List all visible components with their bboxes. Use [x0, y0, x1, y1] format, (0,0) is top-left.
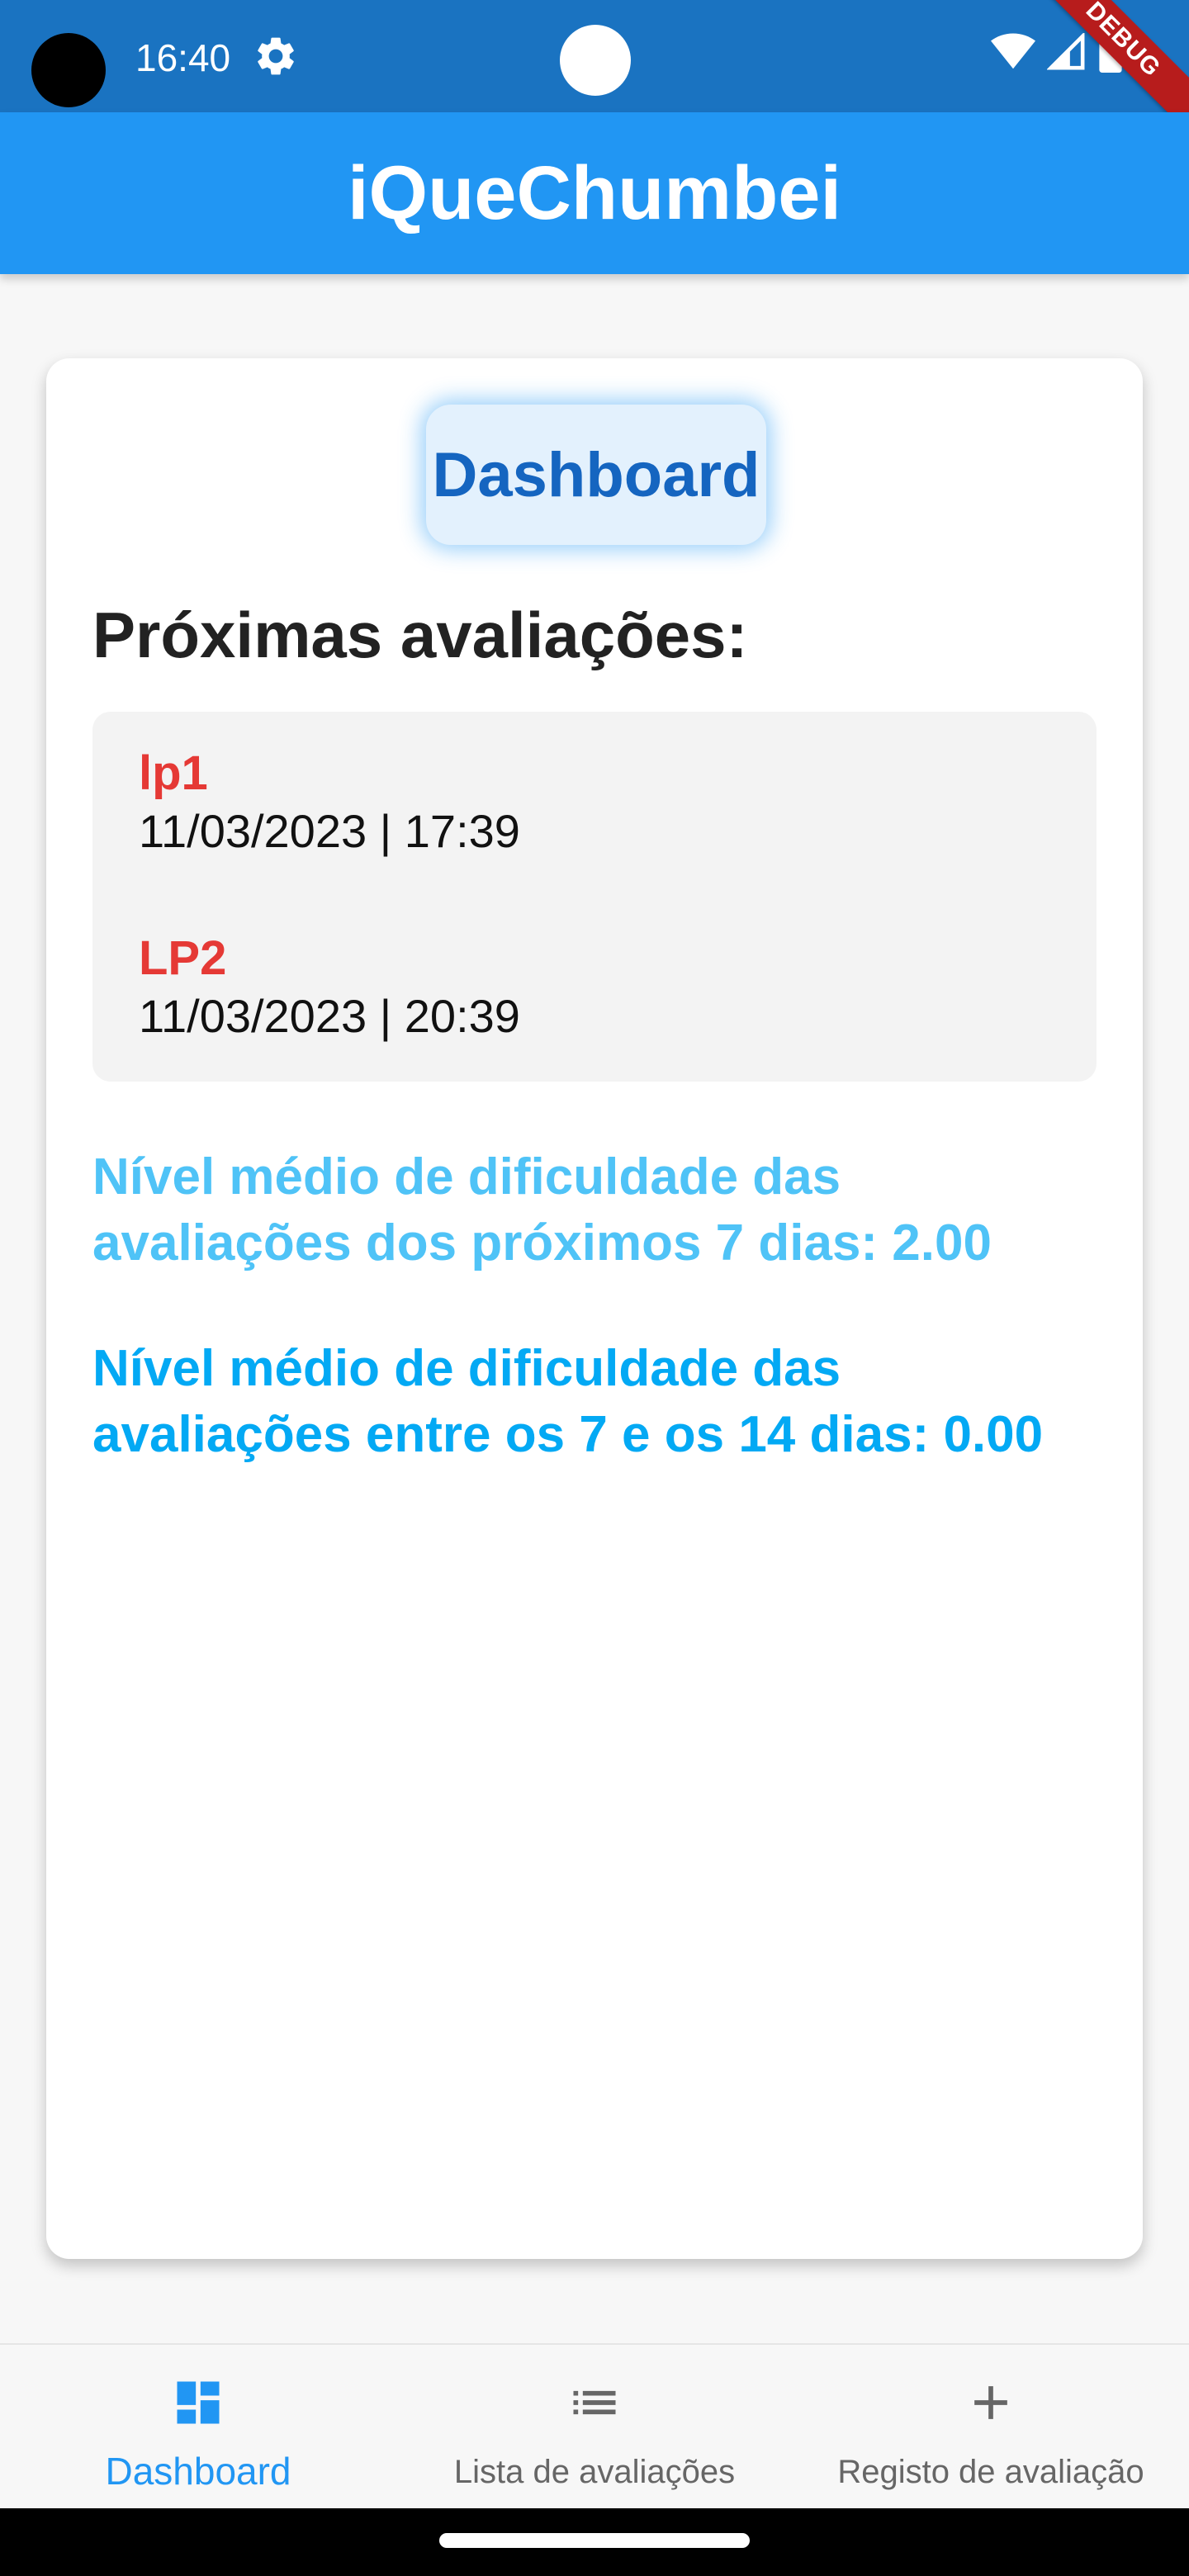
- settings-icon: [253, 33, 299, 79]
- nav-item-list[interactable]: Lista de avaliações: [396, 2345, 793, 2510]
- nav-label-dashboard: Dashboard: [105, 2450, 291, 2493]
- list-item[interactable]: lp1 11/03/2023 | 17:39: [139, 745, 520, 860]
- home-gesture-bar[interactable]: [439, 2533, 750, 2548]
- signal-icon: [1047, 33, 1087, 71]
- evaluation-datetime: 11/03/2023 | 17:39: [139, 805, 520, 857]
- bottom-navigation: Dashboard Lista de avaliações Registo de…: [0, 2343, 1189, 2508]
- stat-7-to-14-days: Nível médio de dificuldade das avaliaçõe…: [92, 1340, 1044, 1463]
- screen: 16:40 DEBUG iQueChumbei Dashboard Próxim…: [0, 0, 1189, 2576]
- nav-label-list: Lista de avaliações: [453, 2454, 736, 2490]
- list-item[interactable]: LP2 11/03/2023 | 20:39: [139, 930, 520, 1045]
- status-bar: 16:40 DEBUG: [0, 0, 1189, 112]
- nav-item-dashboard[interactable]: Dashboard: [0, 2345, 396, 2510]
- dashboard-card: Dashboard Próximas avaliações: lp1 11/03…: [46, 358, 1143, 2259]
- stat-next-7-days: Nível médio de dificuldade das avaliaçõe…: [92, 1148, 992, 1271]
- app-bar: iQueChumbei: [0, 112, 1189, 274]
- nav-item-register[interactable]: Registo de avaliação: [793, 2345, 1189, 2510]
- upcoming-list: lp1 11/03/2023 | 17:39 LP2 11/03/2023 | …: [92, 712, 1097, 1082]
- front-sensor: [560, 25, 631, 96]
- nav-label-register: Registo de avaliação: [837, 2454, 1144, 2490]
- evaluation-name: lp1: [139, 746, 208, 800]
- app-title: iQueChumbei: [347, 150, 842, 235]
- list-icon: [566, 2375, 623, 2435]
- dashboard-button[interactable]: Dashboard: [426, 405, 766, 545]
- evaluation-datetime: 11/03/2023 | 20:39: [139, 990, 520, 1042]
- status-time: 16:40: [135, 36, 231, 79]
- add-icon: [963, 2375, 1019, 2435]
- upcoming-title: Próximas avaliações:: [92, 599, 748, 671]
- wifi-icon: [991, 33, 1035, 71]
- system-navigation-bar: [0, 2508, 1189, 2576]
- camera-cutout: [31, 33, 106, 107]
- dashboard-icon: [170, 2375, 226, 2435]
- evaluation-name: LP2: [139, 931, 227, 985]
